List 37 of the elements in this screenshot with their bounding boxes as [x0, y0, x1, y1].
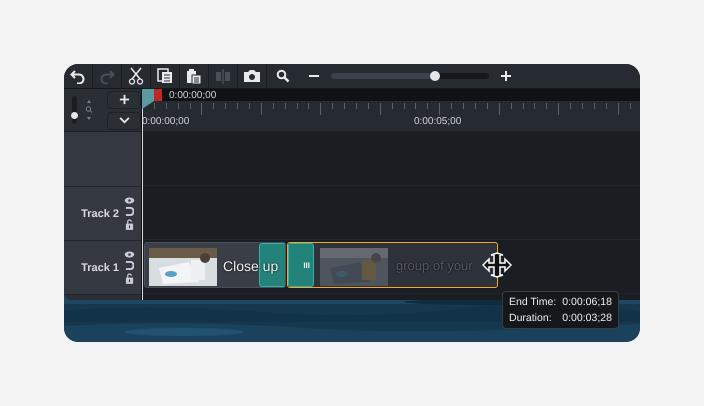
copy-icon [157, 68, 173, 84]
playhead-marker[interactable] [154, 89, 162, 101]
split-icon [215, 68, 231, 84]
slider-thumb[interactable] [71, 112, 78, 119]
track-name: Track 1 [81, 262, 119, 274]
scissors-icon [128, 67, 144, 85]
resize-cursor-icon [482, 252, 512, 278]
tooltip-value: 0:00:03;28 [562, 312, 612, 324]
playhead-time: 0:00:00;00 [169, 90, 216, 100]
tooltip-value: 0:00:06;18 [562, 296, 612, 308]
zoom-icon [85, 99, 93, 121]
eye-icon[interactable] [124, 251, 134, 258]
dropdown-button[interactable] [107, 112, 141, 130]
transition-handle[interactable]: III [288, 243, 314, 287]
undo-icon [70, 68, 86, 84]
search-icon[interactable] [276, 69, 290, 83]
slider-thumb[interactable] [430, 71, 440, 81]
eye-icon[interactable] [124, 197, 134, 204]
camera-icon [243, 68, 261, 84]
magnet-icon[interactable] [124, 207, 134, 216]
ruler-time-label: 0:00:00;00 [142, 116, 190, 127]
redo-icon [99, 68, 115, 84]
zoom-in-icon[interactable] [500, 70, 512, 82]
ruler-time-label: 0:00:05;00 [414, 116, 462, 127]
unlocked-icon[interactable] [124, 219, 134, 230]
transition-block[interactable] [259, 243, 285, 287]
track-height-slider[interactable] [72, 96, 77, 124]
zoom-slider[interactable] [331, 73, 489, 79]
plus-icon [118, 94, 130, 105]
paste-icon [186, 68, 202, 84]
magnet-icon[interactable] [124, 261, 134, 270]
tooltip-label: Duration: [509, 312, 553, 324]
unlocked-icon[interactable] [124, 273, 134, 284]
chevron-down-icon [118, 117, 130, 124]
clip-title: Close up [223, 258, 278, 274]
tooltip-label: End Time: [509, 296, 556, 308]
track-name: Track 2 [81, 208, 119, 220]
